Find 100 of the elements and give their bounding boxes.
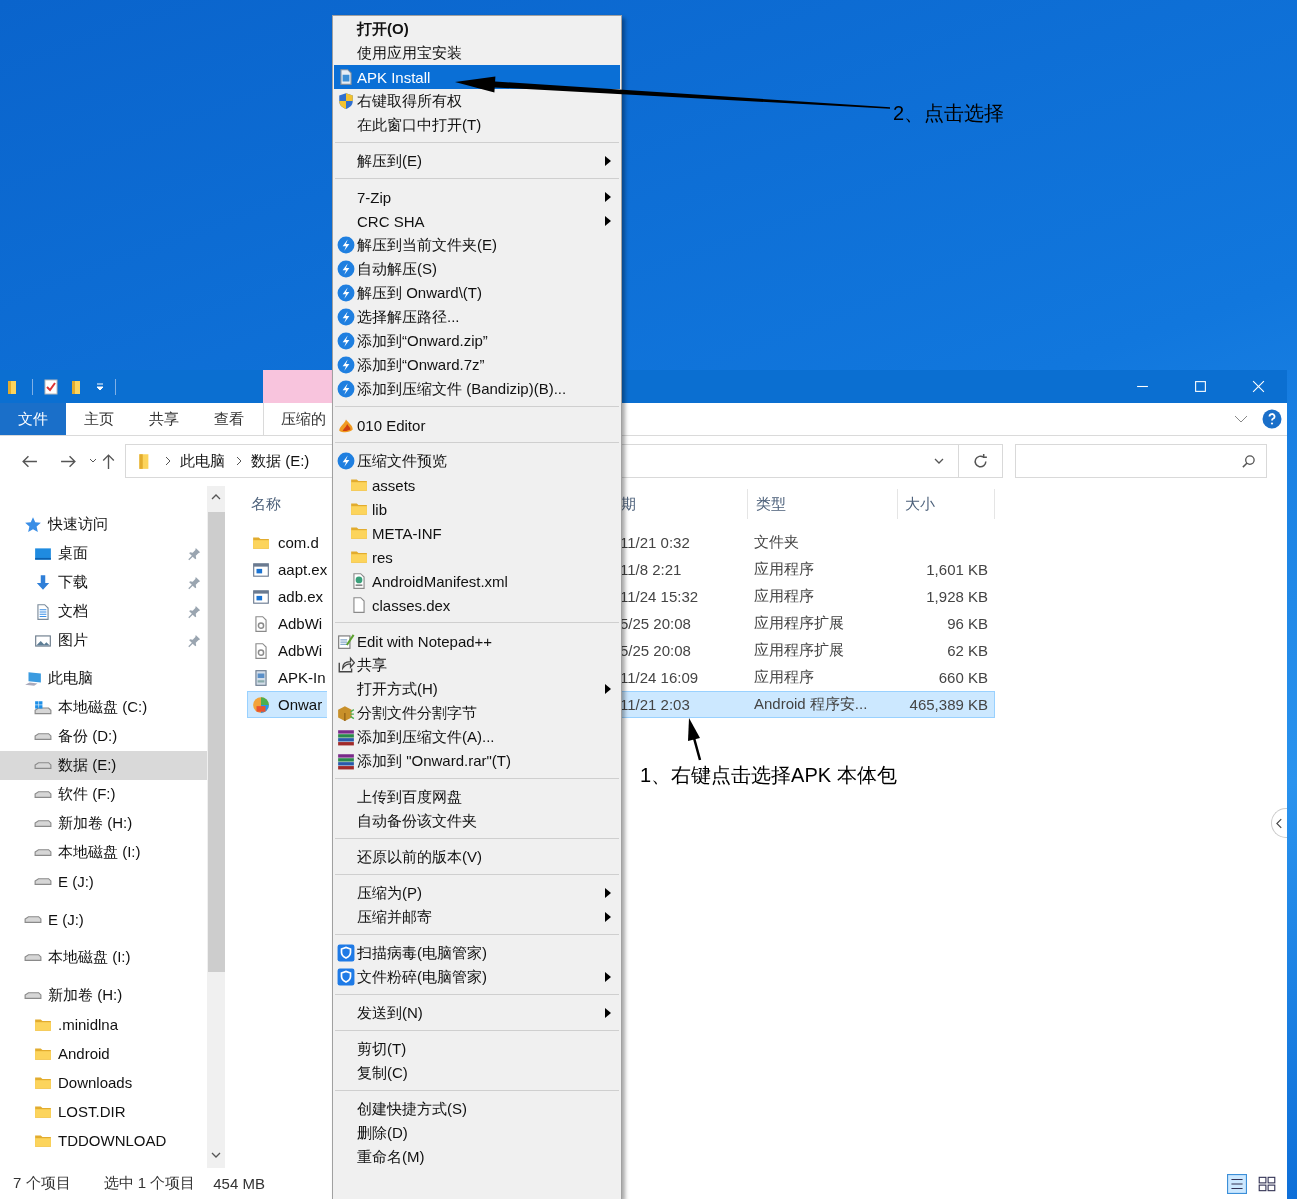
date-modified: 11/21 2:03 [619,695,691,715]
nav-item[interactable]: 此电脑 [0,664,207,693]
menu-item[interactable]: 添加到 "Onward.rar"(T) [334,749,620,773]
file-details-row[interactable]: 11/24 15:32 应用程序 1,928 KB [618,583,995,610]
nav-item[interactable]: 快速访问 [0,510,207,539]
nav-item[interactable]: 数据 (E:) [0,751,207,780]
menu-item[interactable]: 重命名(M) [334,1145,620,1169]
file-item[interactable]: aapt.ex [247,556,327,583]
file-details-row[interactable]: 11/24 16:09 应用程序 660 KB [618,664,995,691]
menu-item[interactable]: 分割文件分割字节 [334,701,620,725]
menu-item[interactable]: 解压到当前文件夹(E) [334,233,620,257]
chevron-left-icon [1276,817,1283,829]
package-icon [337,704,355,722]
file-item[interactable]: Onwar [247,691,327,718]
menu-item[interactable]: 打开(O) [334,17,620,41]
file-item[interactable]: adb.ex [247,583,327,610]
file-item[interactable]: APK-In [247,664,327,691]
menu-item[interactable]: 复制(C) [334,1061,620,1085]
file-details-row[interactable]: 11/21 0:32 文件夹 [618,529,995,556]
nav-item[interactable]: 本地磁盘 (I:) [0,943,207,972]
nav-item[interactable]: Downloads [0,1068,207,1097]
menu-item[interactable]: res [334,545,620,569]
up-arrow-icon[interactable] [100,452,117,470]
column-header[interactable]: 大小 [897,489,995,519]
collapse-pane-button[interactable] [1271,808,1287,838]
nav-item[interactable]: 图片 [0,626,207,655]
nav-item[interactable]: 桌面 [0,539,207,568]
menu-item[interactable]: 扫描病毒(电脑管家) [334,941,620,965]
menu-item[interactable]: 添加到压缩文件 (Bandizip)(B)... [334,377,620,401]
menu-item[interactable]: 使用应用宝安装 [334,41,620,65]
column-header[interactable]: 期 [619,494,747,514]
scroll-up-icon[interactable] [211,493,221,501]
details-view-icon[interactable] [1227,1173,1247,1194]
menu-item[interactable]: 发送到(N) [334,1001,620,1025]
menu-item[interactable]: APK Install [334,65,620,89]
menu-item[interactable]: 右键取得所有权 [334,89,620,113]
menu-item[interactable]: 文件粉碎(电脑管家) [334,965,620,989]
menu-item[interactable]: 解压到 Onward\(T) [334,281,620,305]
file-item[interactable]: AdbWi [247,610,327,637]
nav-item[interactable]: 软件 (F:) [0,780,207,809]
menu-item[interactable]: 上传到百度网盘 [334,785,620,809]
menu-item[interactable]: 创建快捷方式(S) [334,1097,620,1121]
menu-item[interactable]: 解压到(E) [334,149,620,173]
menu-item[interactable]: CRC SHA [334,209,620,233]
menu-item[interactable]: classes.dex [334,593,620,617]
file-details-row[interactable]: 11/8 2:21 应用程序 1,601 KB [618,556,995,583]
scrollbar-thumb[interactable] [207,512,225,972]
nav-item[interactable]: LOST.DIR [0,1097,207,1126]
properties-checkmark-icon[interactable] [43,377,59,396]
menu-item[interactable]: 共享 [334,653,620,677]
breadcrumb-link[interactable]: 此电脑 [180,451,225,471]
menu-item[interactable]: 在此窗口中打开(T) [334,113,620,137]
nav-item[interactable]: Android [0,1039,207,1068]
menu-item[interactable]: lib [334,497,620,521]
drive-icon [34,732,52,741]
menu-item[interactable]: 压缩并邮寄 [334,905,620,929]
nav-item[interactable]: 本地磁盘 (I:) [0,838,207,867]
nav-item[interactable]: TDDOWNLOAD [0,1126,207,1155]
menu-item[interactable]: 删除(D) [334,1121,620,1145]
nav-item[interactable]: E (J:) [0,905,207,934]
nav-item[interactable]: E (J:) [0,867,207,896]
menu-item[interactable]: 添加到“Onward.7z” [334,353,620,377]
menu-item[interactable]: 自动解压(S) [334,257,620,281]
breadcrumb-link[interactable]: 数据 (E:) [251,451,310,471]
nav-item[interactable]: 备份 (D:) [0,722,207,751]
nav-item[interactable]: .minidlna [0,1010,207,1039]
menu-item[interactable]: 添加到“Onward.zip” [334,329,620,353]
menu-item[interactable]: META-INF [334,521,620,545]
nav-item[interactable]: 新加卷 (H:) [0,981,207,1010]
nav-item[interactable]: 下载 [0,568,207,597]
column-header[interactable]: 类型 [747,489,897,519]
nav-item[interactable]: 本地磁盘 (C:) [0,693,207,722]
nav-item[interactable]: 文档 [0,597,207,626]
menu-item[interactable]: 添加到压缩文件(A)... [334,725,620,749]
file-type: 文件夹 [753,532,800,552]
file-tab[interactable]: 文件 [0,403,66,435]
expand-ribbon-icon[interactable] [1234,415,1248,423]
menu-item[interactable]: 自动备份该文件夹 [334,809,620,833]
scrollbar[interactable] [207,486,225,1168]
search-icon [1241,453,1256,469]
menu-item[interactable]: 剪切(T) [334,1037,620,1061]
dropdown-icon[interactable] [95,381,105,392]
scroll-down-icon[interactable] [211,1151,221,1159]
menu-item[interactable]: assets [334,473,620,497]
menu-item[interactable]: 打开方式(H) [334,677,620,701]
menu-item[interactable]: 选择解压路径... [334,305,620,329]
help-icon[interactable] [1262,409,1282,429]
menu-item[interactable]: 7-Zip [334,185,620,209]
address-dropdown-icon[interactable] [934,456,944,466]
menu-item[interactable]: 压缩文件预览 [334,449,620,473]
menu-item[interactable]: 压缩为(P) [334,881,620,905]
nav-item[interactable]: 新加卷 (H:) [0,809,207,838]
search-field[interactable] [1015,444,1267,478]
file-item[interactable]: com.d [247,529,327,556]
file-item[interactable]: AdbWi [247,637,327,664]
menu-item[interactable]: Edit with Notepad++ [334,629,620,653]
column-header[interactable]: 名称 [247,494,327,514]
menu-item[interactable]: AndroidManifest.xml [334,569,620,593]
menu-item[interactable]: 还原以前的版本(V) [334,845,620,869]
shield-badge-icon [337,944,355,962]
